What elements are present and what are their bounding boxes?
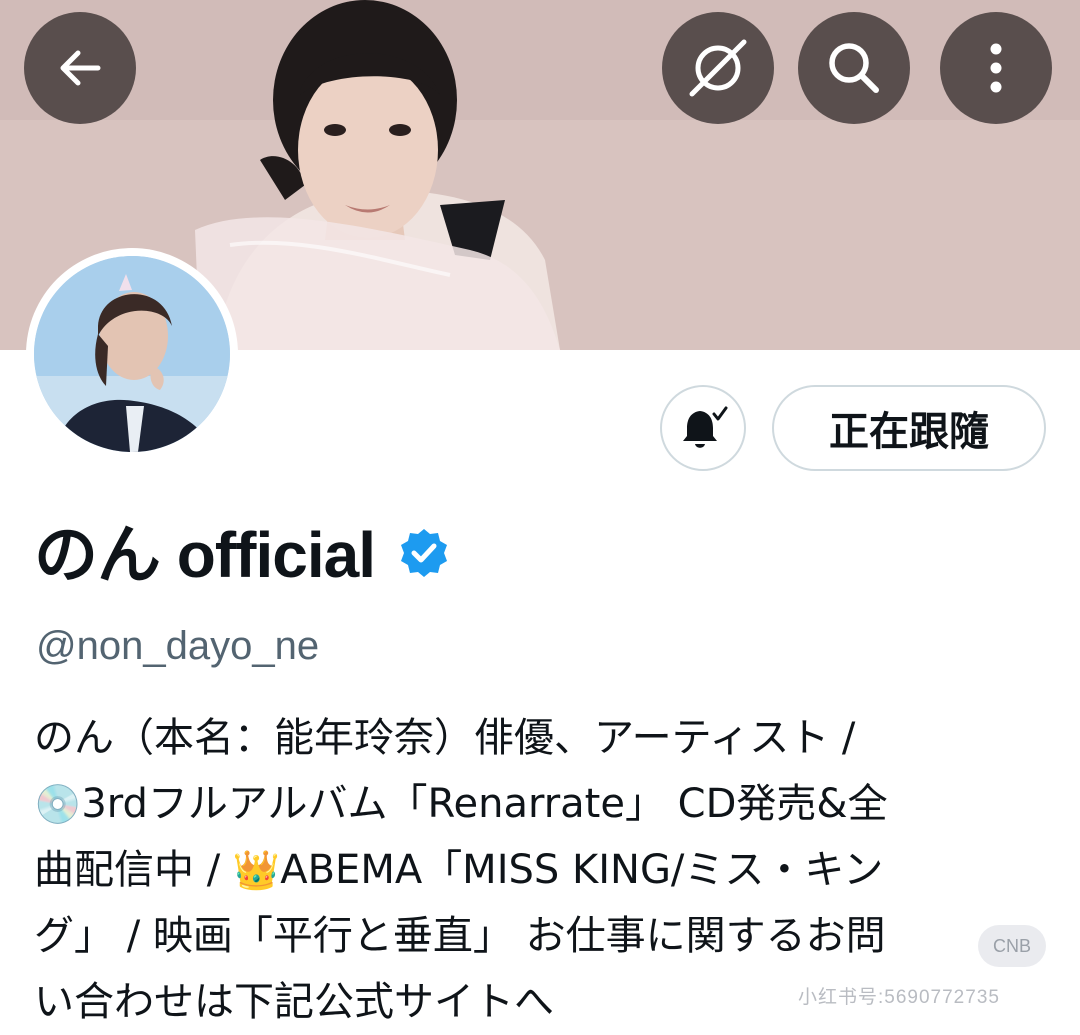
back-button[interactable] bbox=[24, 12, 136, 124]
verified-badge-icon[interactable] bbox=[397, 526, 451, 580]
bio-line-3: 曲配信中 / bbox=[34, 847, 233, 893]
no-translate-button[interactable] bbox=[662, 12, 774, 124]
search-icon bbox=[829, 43, 879, 93]
crown-emoji-icon: 👑 bbox=[232, 848, 281, 892]
avatar[interactable] bbox=[26, 248, 238, 460]
bio-line-2: 3rdフルアルバム「Renarrate」 CD発売&全 bbox=[81, 781, 888, 827]
bio-line-6: い合わせは下記公式サイトへ bbox=[34, 979, 554, 1025]
watermark-badge: CNB bbox=[978, 925, 1046, 967]
bell-subscribed-icon bbox=[683, 406, 728, 448]
display-name-row: のん official bbox=[34, 508, 451, 592]
bio-line-4: ABEMA「MISS KING/ミス・キン bbox=[280, 847, 884, 893]
cd-emoji-icon: 💿 bbox=[34, 782, 82, 826]
bio-line-5: グ」 / 映画「平行と垂直」 お仕事に関するお問 bbox=[34, 913, 886, 959]
following-button[interactable]: 正在跟隨 bbox=[772, 385, 1046, 471]
search-button[interactable] bbox=[798, 12, 910, 124]
no-translate-icon bbox=[689, 39, 747, 97]
notifications-button[interactable] bbox=[660, 385, 746, 471]
more-options-button[interactable] bbox=[940, 12, 1052, 124]
display-name: のん official bbox=[34, 519, 376, 591]
avatar-photo bbox=[34, 256, 230, 452]
more-vertical-icon bbox=[990, 43, 1002, 93]
bio-line-1: のん（本名：能年玲奈）俳優、アーティスト / bbox=[34, 715, 856, 761]
watermark-text: 小红书号:5690772735 bbox=[798, 987, 1000, 1008]
user-handle: @non_dayo_ne bbox=[36, 624, 320, 668]
back-arrow-icon bbox=[60, 50, 101, 86]
